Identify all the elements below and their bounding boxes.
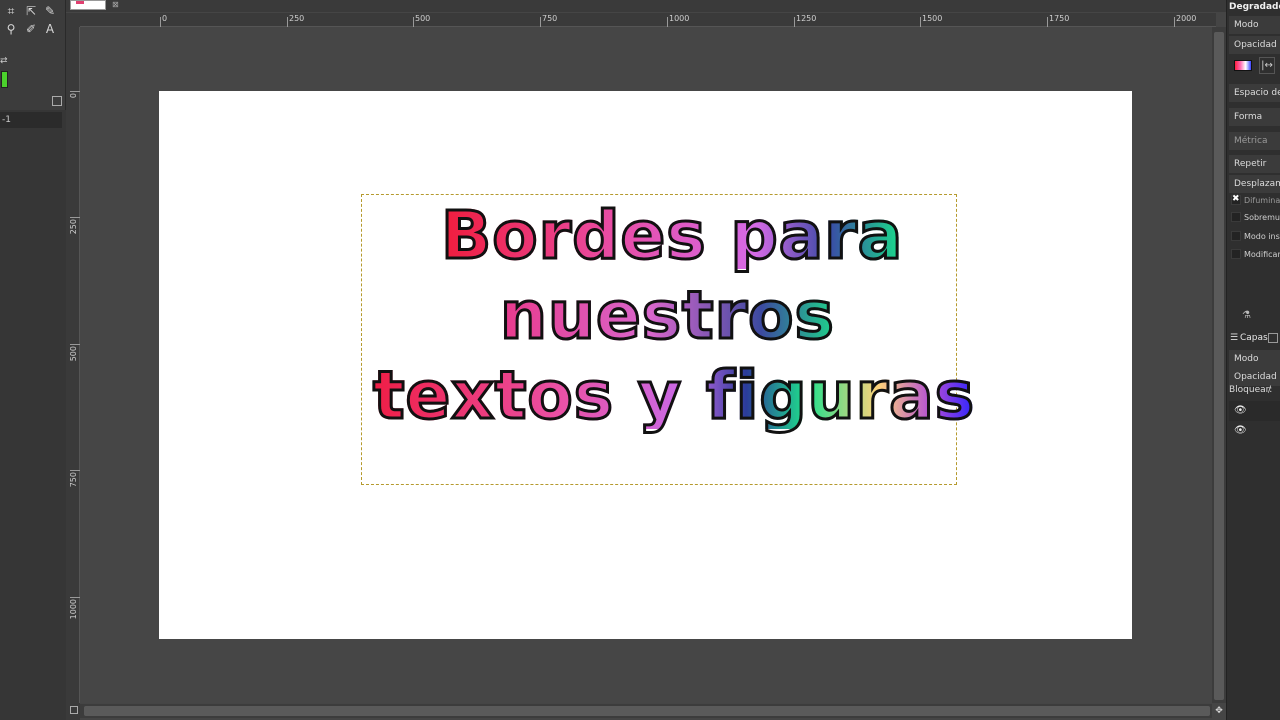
- transform-tool-icon[interactable]: ⇱: [24, 4, 38, 18]
- ruler-label: 750: [542, 14, 558, 23]
- tool-options-area: [0, 110, 66, 720]
- modify-active-label: Modificar: [1244, 250, 1280, 259]
- metric-dropdown[interactable]: Métrica: [1229, 132, 1280, 150]
- ruler-tick: [70, 470, 80, 471]
- configure-tab-button[interactable]: [52, 96, 62, 106]
- ruler-label: 500: [415, 14, 431, 23]
- instant-mode-checkbox[interactable]: [1231, 231, 1241, 241]
- swap-colors-icon[interactable]: ⇄: [0, 56, 10, 66]
- ruler-label: 0: [69, 93, 78, 99]
- ruler-tick: [413, 17, 414, 27]
- ruler-tick: [920, 17, 921, 27]
- ruler-tick: [70, 91, 80, 92]
- layers-icon: ☰: [1230, 333, 1239, 343]
- reset-options-icon[interactable]: ⚗: [1242, 310, 1254, 322]
- modify-active-checkbox[interactable]: [1231, 249, 1241, 259]
- vertical-ruler[interactable]: 0 250 500 750 1000: [66, 27, 80, 703]
- close-tab-icon[interactable]: ⊠: [112, 0, 122, 10]
- foreground-color-swatch[interactable]: [1, 71, 8, 88]
- ruler-tick: [160, 17, 161, 27]
- ruler-tick: [70, 597, 80, 598]
- ruler-tick: [287, 17, 288, 27]
- ruler-label: 1500: [922, 14, 943, 23]
- ruler-tick: [70, 344, 80, 345]
- repeat-dropdown[interactable]: Repetir: [1229, 155, 1280, 173]
- dither-label: Difuminad: [1244, 196, 1280, 205]
- canvas-text-line-1[interactable]: Bordes para: [439, 201, 903, 270]
- layers-menu-button[interactable]: [1268, 333, 1278, 343]
- instant-mode-label: Modo inst: [1244, 232, 1280, 241]
- warp-tool-icon[interactable]: ✎: [43, 4, 57, 18]
- ruler-label: 500: [69, 346, 78, 362]
- ruler-label: 1000: [69, 599, 78, 620]
- ruler-label: 250: [69, 219, 78, 235]
- image-tabbar: [66, 0, 1226, 12]
- image-tab-thumbnail: [76, 1, 84, 4]
- supersample-label: Sobremue: [1244, 213, 1280, 222]
- gradient-preview[interactable]: [1234, 60, 1252, 71]
- crop-tool-icon[interactable]: ⌗: [4, 4, 18, 18]
- ruler-tick: [667, 17, 668, 27]
- ruler-corner: [66, 13, 80, 27]
- navigate-icon[interactable]: ✥: [1212, 704, 1226, 718]
- shape-dropdown[interactable]: Forma: [1229, 108, 1280, 126]
- text-tool-icon[interactable]: A: [43, 22, 57, 36]
- ruler-tick: [1174, 17, 1175, 27]
- ruler-label: 250: [289, 14, 305, 23]
- color-picker-tool-icon[interactable]: ✐: [24, 22, 38, 36]
- ruler-label: 1750: [1049, 14, 1070, 23]
- color-space-dropdown[interactable]: Espacio de c: [1229, 84, 1280, 102]
- layers-tab[interactable]: Capas: [1240, 330, 1268, 346]
- ruler-label: 2000: [1176, 14, 1197, 23]
- paths-tool-icon[interactable]: ⚲: [4, 22, 18, 36]
- horizontal-scroll-thumb[interactable]: [84, 706, 1210, 716]
- dither-checkbox[interactable]: ✖: [1231, 194, 1241, 205]
- check-icon: ✖: [1232, 194, 1240, 204]
- ruler-label: 1250: [796, 14, 817, 23]
- mode-dropdown[interactable]: Modo: [1229, 16, 1280, 34]
- opacity-slider[interactable]: Opacidad: [1229, 36, 1280, 54]
- tool-option-value[interactable]: -1: [0, 112, 62, 128]
- visibility-eye-icon[interactable]: 👁: [1234, 406, 1248, 416]
- layers-opacity-slider[interactable]: Opacidad: [1229, 368, 1280, 386]
- quick-mask-toggle[interactable]: [70, 706, 78, 714]
- horizontal-ruler[interactable]: 0 250 500 750 1000 1250 1500 1750 2000: [80, 13, 1216, 27]
- lock-label: Bloquear:: [1229, 385, 1273, 395]
- canvas-text-line-2[interactable]: nuestros: [499, 281, 836, 350]
- ruler-label: 1000: [669, 14, 690, 23]
- reverse-gradient-icon[interactable]: |↔: [1259, 57, 1275, 74]
- offset-slider[interactable]: Desplazamien: [1229, 175, 1280, 193]
- ruler-tick: [1047, 17, 1048, 27]
- ruler-label: 0: [162, 14, 168, 23]
- ruler-label: 750: [69, 472, 78, 488]
- lock-pixels-icon[interactable]: /: [1268, 385, 1271, 395]
- canvas-text-line-3[interactable]: textos y figuras: [372, 361, 976, 430]
- supersample-checkbox[interactable]: [1231, 212, 1241, 222]
- ruler-tick: [794, 17, 795, 27]
- visibility-eye-icon[interactable]: 👁: [1234, 426, 1248, 436]
- vertical-scroll-thumb[interactable]: [1214, 32, 1224, 700]
- ruler-tick: [70, 217, 80, 218]
- layers-mode-dropdown[interactable]: Modo: [1229, 350, 1280, 368]
- ruler-tick: [540, 17, 541, 27]
- dock-title: Degradado: [1229, 2, 1280, 12]
